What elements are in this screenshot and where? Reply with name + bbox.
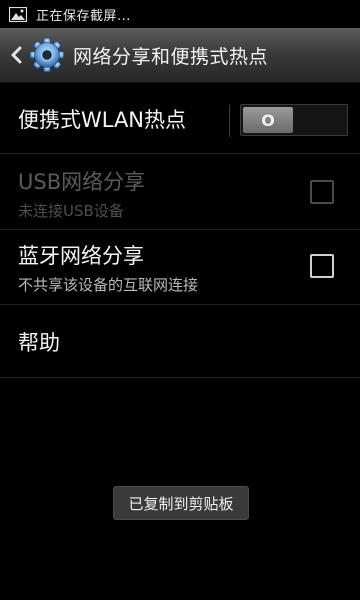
usb-tethering-label: USB网络分享 bbox=[18, 170, 146, 194]
bluetooth-tethering-checkbox[interactable] bbox=[310, 254, 334, 278]
page-title: 网络分享和便携式热点 bbox=[73, 45, 269, 68]
image-icon bbox=[9, 6, 27, 22]
help-row[interactable]: 帮助 bbox=[0, 305, 360, 378]
action-bar: 网络分享和便携式热点 bbox=[0, 28, 360, 83]
wlan-hotspot-switch[interactable]: O bbox=[229, 104, 348, 137]
wlan-hotspot-row[interactable]: 便携式WLAN热点 O bbox=[0, 83, 360, 154]
status-notification-text: 正在保存截屏... bbox=[36, 8, 131, 24]
switch-thumb: O bbox=[243, 107, 293, 133]
bluetooth-tethering-subtitle: 不共享该设备的互联网连接 bbox=[18, 276, 199, 294]
switch-divider bbox=[229, 105, 230, 137]
usb-tethering-subtitle: 未连接USB设备 bbox=[18, 202, 124, 220]
bluetooth-tethering-label: 蓝牙网络分享 bbox=[18, 244, 144, 268]
switch-state-text: O bbox=[261, 110, 275, 130]
usb-tethering-row: USB网络分享 未连接USB设备 bbox=[0, 154, 360, 230]
status-bar: 正在保存截屏... bbox=[0, 0, 360, 28]
chevron-left-icon bbox=[11, 46, 22, 64]
settings-gear-icon bbox=[29, 37, 65, 73]
back-button[interactable] bbox=[5, 28, 27, 82]
copied-toast: 已复制到剪贴板 bbox=[113, 486, 249, 520]
bluetooth-tethering-row[interactable]: 蓝牙网络分享 不共享该设备的互联网连接 bbox=[0, 230, 360, 305]
usb-tethering-checkbox bbox=[310, 180, 334, 204]
help-label: 帮助 bbox=[18, 331, 60, 355]
wlan-hotspot-label: 便携式WLAN热点 bbox=[18, 108, 187, 132]
